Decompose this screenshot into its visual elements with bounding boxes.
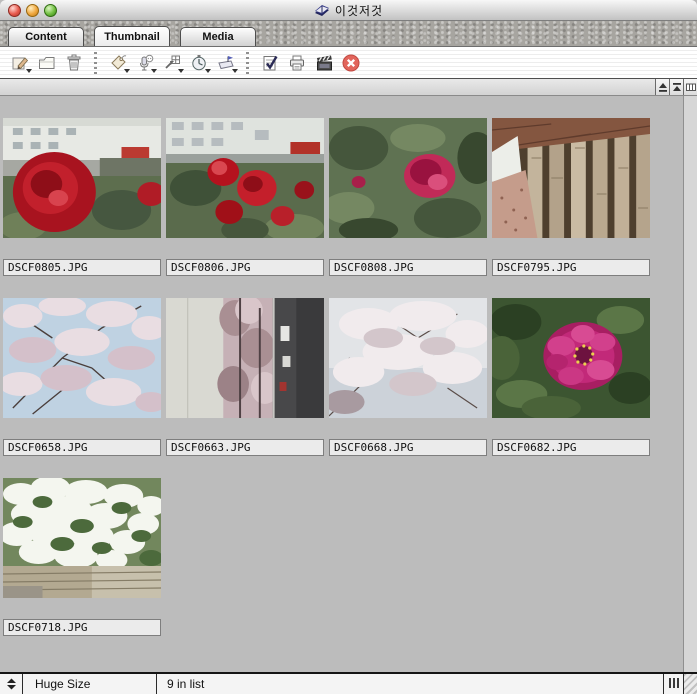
print-button[interactable] [283,51,310,75]
edit-label-button[interactable] [6,51,33,75]
thumbnail-cell[interactable]: DSCF0668.JPG [329,298,487,456]
move-to-album-button[interactable] [158,51,185,75]
dropdown-caret [124,69,130,73]
cancel-icon [341,53,361,73]
photo-dscf0795 [492,118,650,238]
zoom-button[interactable] [44,4,57,17]
filename-label: DSCF0795.JPG [492,259,650,276]
thumbnail-cell[interactable]: DSCF0808.JPG [329,118,487,276]
close-button[interactable] [8,4,21,17]
window-title: 이것저것 [335,2,383,19]
sort-order-icon [6,678,17,690]
filename-label: DSCF0668.JPG [329,439,487,456]
resize-corner[interactable] [683,674,697,694]
thumbnail-cell[interactable]: DSCF0718.JPG [3,478,161,636]
item-count-label: 9 in list [157,674,663,694]
tab-bar: Content Thumbnail Media [0,21,697,47]
dropdown-caret [151,69,157,73]
dropdown-caret [26,69,32,73]
photo-dscf0663 [166,298,324,418]
album-book-icon [314,4,330,17]
folder-button[interactable] [33,51,60,75]
window-controls [8,4,57,17]
sort-order-button[interactable] [0,674,23,694]
tab-thumbnail[interactable]: Thumbnail [94,26,170,46]
tab-content[interactable]: Content [8,27,84,46]
tag-button[interactable] [104,51,131,75]
thumbnail-grid: DSCF0805.JPG [0,96,683,673]
sort-ascending-button[interactable] [655,79,669,95]
trash-button[interactable] [60,51,87,75]
thumbnail-size-menu[interactable]: Huge Size [23,674,157,694]
slideshow-button[interactable] [310,51,337,75]
photo-dscf0808 [329,118,487,238]
title-bar[interactable]: 이것저것 [0,0,697,21]
voice-memo-button[interactable] [131,51,158,75]
photo-dscf0806 [166,118,324,238]
trash-icon [64,53,84,73]
photo-dscf0668 [329,298,487,418]
photo-dscf0682 [492,298,650,418]
status-bar: Huge Size 9 in list [0,672,697,694]
photo-dscf0718 [3,478,161,598]
thumbnail-cell[interactable]: DSCF0805.JPG [3,118,161,276]
thumbnail-cell[interactable]: DSCF0806.JPG [166,118,324,276]
thumbnail-cell[interactable]: DSCF0663.JPG [166,298,324,456]
filename-label: DSCF0805.JPG [3,259,161,276]
column-options-button[interactable] [683,79,697,95]
tab-media[interactable]: Media [180,27,256,46]
timer-button[interactable] [185,51,212,75]
photo-organizer-window: { "titlebar": { "title": "이것저것" }, "tabs… [0,0,697,690]
toolbar [0,47,697,78]
photo-dscf0805 [3,118,161,238]
photo-dscf0658 [3,298,161,418]
checklist-icon [260,53,280,73]
folder-icon [37,53,57,73]
filename-label: DSCF0663.JPG [166,439,324,456]
filename-label: DSCF0808.JPG [329,259,487,276]
thumbnail-cell[interactable]: DSCF0795.JPG [492,118,650,276]
pane-grip[interactable] [663,674,683,694]
send-button[interactable] [212,51,239,75]
toolbar-separator [94,52,97,74]
window-title-group: 이것저것 [314,2,383,19]
sort-ascending-icon [657,81,669,93]
checklist-button[interactable] [256,51,283,75]
thumbnail-cell[interactable]: DSCF0682.JPG [492,298,650,456]
toolbar-separator [246,52,249,74]
dropdown-caret [205,69,211,73]
dropdown-caret [178,69,184,73]
dropdown-caret [232,69,238,73]
list-header-bar [0,78,697,96]
vertical-scrollbar[interactable] [683,96,697,673]
filename-label: DSCF0718.JPG [3,619,161,636]
filename-label: DSCF0806.JPG [166,259,324,276]
cancel-button[interactable] [337,51,364,75]
print-icon [287,53,307,73]
filename-label: DSCF0658.JPG [3,439,161,456]
slideshow-icon [314,53,334,73]
column-options-icon [685,81,697,93]
sort-eject-icon [671,81,683,93]
sort-eject-button[interactable] [669,79,683,95]
filename-label: DSCF0682.JPG [492,439,650,456]
thumbnail-cell[interactable]: DSCF0658.JPG [3,298,161,456]
minimize-button[interactable] [26,4,39,17]
